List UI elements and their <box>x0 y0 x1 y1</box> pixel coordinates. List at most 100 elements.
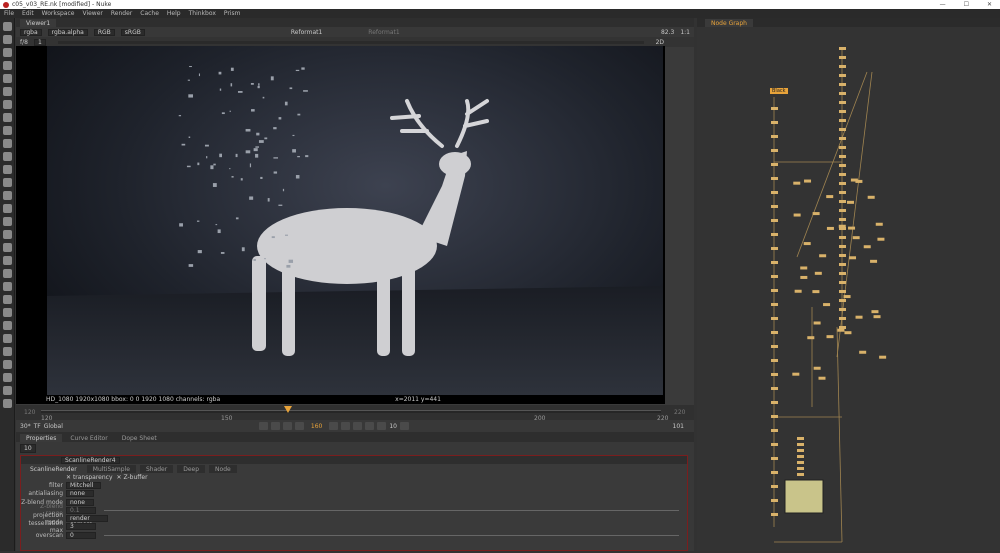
channels-select[interactable]: rgba <box>20 28 42 36</box>
toolbar-node-icon[interactable] <box>3 178 12 187</box>
first-frame-button[interactable] <box>258 422 268 430</box>
prev-key-button[interactable] <box>270 422 280 430</box>
next-frame-button[interactable] <box>341 422 351 430</box>
overscan-slider[interactable] <box>104 534 679 536</box>
alpha-select[interactable]: rgba.alpha <box>47 28 88 36</box>
tab-properties[interactable]: Properties <box>20 434 63 442</box>
zoom-select[interactable]: 82.3 <box>661 29 674 36</box>
step-back-button[interactable] <box>377 422 387 430</box>
graph-node <box>771 317 778 320</box>
menu-cache[interactable]: Cache <box>140 10 159 17</box>
menu-viewer[interactable]: Viewer <box>82 10 102 17</box>
toolbar-node-icon[interactable] <box>3 35 12 44</box>
graph-node <box>839 128 846 131</box>
filter-select[interactable]: Mitchell <box>66 481 101 489</box>
tab-node-graph[interactable]: Node Graph <box>705 19 753 27</box>
toolbar-node-icon[interactable] <box>3 399 12 408</box>
menu-thinkbox[interactable]: Thinkbox <box>189 10 216 17</box>
toolbar-node-icon[interactable] <box>3 230 12 239</box>
next-key-button[interactable] <box>353 422 363 430</box>
projection-mode-select[interactable]: render camera <box>66 515 108 528</box>
antialiasing-select[interactable]: none <box>66 490 94 498</box>
debris-shard <box>267 198 270 202</box>
toolbar-node-icon[interactable] <box>3 191 12 200</box>
play-backward-button[interactable] <box>294 422 304 430</box>
backdrop-label-black[interactable]: Black <box>770 88 788 94</box>
play-forward-button[interactable] <box>329 422 339 430</box>
toolbar-node-icon[interactable] <box>3 269 12 278</box>
menu-help[interactable]: Help <box>167 10 181 17</box>
menu-prism[interactable]: Prism <box>224 10 241 17</box>
menu-workspace[interactable]: Workspace <box>42 10 75 17</box>
input-b-select[interactable]: Reformat1 <box>368 29 399 36</box>
frame-field[interactable]: 1 <box>33 38 46 46</box>
toolbar-node-icon[interactable] <box>3 243 12 252</box>
graph-node <box>804 179 812 183</box>
input-a-select[interactable]: Reformat1 <box>291 29 322 36</box>
tab-viewer1[interactable]: Viewer1 <box>20 19 57 27</box>
toolbar-node-icon[interactable] <box>3 360 12 369</box>
tab-curve-editor[interactable]: Curve Editor <box>64 434 114 442</box>
toolbar-node-icon[interactable] <box>3 100 12 109</box>
scope-select[interactable]: Global <box>44 423 63 430</box>
current-frame-field[interactable]: 160 <box>307 423 326 430</box>
menu-render[interactable]: Render <box>111 10 132 17</box>
tf-select[interactable]: TF <box>34 423 41 430</box>
graph-node <box>771 135 778 138</box>
toolbar-node-icon[interactable] <box>3 204 12 213</box>
menu-file[interactable]: File <box>4 10 14 17</box>
ratio-select[interactable]: 1:1 <box>680 29 690 36</box>
toolbar-node-icon[interactable] <box>3 386 12 395</box>
timeline-slider[interactable]: 120 120 150 200 220 220 <box>16 405 694 422</box>
toolbar-node-icon[interactable] <box>3 139 12 148</box>
toolbar-node-icon[interactable] <box>3 373 12 382</box>
node-name-field[interactable]: ScanlineRender4 <box>61 456 120 464</box>
tab-scanlinerender[interactable]: ScanlineRender <box>24 465 83 473</box>
minimize-button[interactable]: — <box>940 1 946 8</box>
colorspace-select[interactable]: RGB <box>93 28 115 36</box>
zblend-range-field[interactable]: 0.1 <box>66 506 96 514</box>
toolbar-node-icon[interactable] <box>3 152 12 161</box>
maximize-button[interactable]: ☐ <box>964 1 969 8</box>
toolbar-node-icon[interactable] <box>3 308 12 317</box>
node-graph-canvas[interactable] <box>697 27 1000 551</box>
toolbar-node-icon[interactable] <box>3 321 12 330</box>
toolbar-node-icon[interactable] <box>3 22 12 31</box>
toolbar-node-icon[interactable] <box>3 334 12 343</box>
toolbar-node-icon[interactable] <box>3 74 12 83</box>
out-frame-field[interactable]: 101 <box>673 423 684 430</box>
toolbar-node-icon[interactable] <box>3 282 12 291</box>
toolbar-node-icon[interactable] <box>3 126 12 135</box>
toolbar-node-icon[interactable] <box>3 165 12 174</box>
toolbar-node-icon[interactable] <box>3 61 12 70</box>
toolbar-node-icon[interactable] <box>3 295 12 304</box>
overscan-field[interactable]: 0 <box>66 531 96 539</box>
prev-frame-button[interactable] <box>282 422 292 430</box>
toolbar-node-icon[interactable] <box>3 87 12 96</box>
zblend-range-slider[interactable] <box>104 509 679 511</box>
step-forward-button[interactable] <box>400 422 409 430</box>
tab-deep[interactable]: Deep <box>177 465 206 473</box>
toolbar-node-icon[interactable] <box>3 347 12 356</box>
fps-select[interactable]: 30* <box>20 423 31 430</box>
view-mode-select[interactable]: 2D <box>656 39 664 46</box>
toolbar-node-icon[interactable] <box>3 48 12 57</box>
last-frame-button[interactable] <box>365 422 375 430</box>
zbuffer-checkbox[interactable]: ✕ Z-buffer <box>117 474 148 481</box>
tab-dope-sheet[interactable]: Dope Sheet <box>115 434 163 442</box>
tessellation-max-field[interactable]: 3 <box>66 523 96 531</box>
transparency-checkbox[interactable]: ✕ transparency <box>66 474 113 481</box>
toolbar-node-icon[interactable] <box>3 113 12 122</box>
toolbar-node-icon[interactable] <box>3 217 12 226</box>
tab-node[interactable]: Node <box>209 465 237 473</box>
zblend-mode-select[interactable]: none <box>66 498 94 506</box>
step-field[interactable]: 10 <box>389 423 397 430</box>
tab-shader[interactable]: Shader <box>139 465 174 473</box>
max-panels-field[interactable]: 10 <box>20 444 36 453</box>
menu-edit[interactable]: Edit <box>22 10 34 17</box>
tab-multisample[interactable]: MultiSample <box>86 465 136 473</box>
close-button[interactable]: ✕ <box>987 1 992 8</box>
toolbar-node-icon[interactable] <box>3 256 12 265</box>
lut-select[interactable]: sRGB <box>120 28 145 36</box>
graph-node <box>839 182 846 185</box>
